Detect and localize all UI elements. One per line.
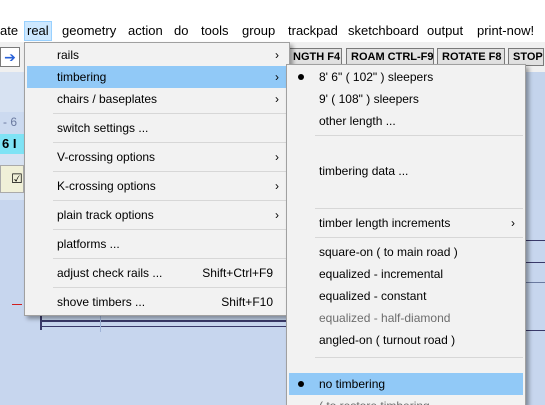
- menu-item-timbering-data[interactable]: timbering data ...: [289, 149, 523, 193]
- menu-item-equalized-incremental[interactable]: equalized - incremental: [289, 263, 523, 285]
- menu-separator: [315, 237, 523, 238]
- menu-item-label: K-crossing options: [57, 179, 156, 193]
- timber-line: [100, 316, 101, 332]
- menu-item-label: platforms ...: [57, 237, 120, 251]
- radio-bullet-icon: [298, 381, 304, 387]
- menu-separator: [53, 171, 287, 172]
- menu-item-k-crossing-options[interactable]: K-crossing options ›: [27, 175, 287, 197]
- menu-item-label: 9' ( 108" ) sleepers: [319, 92, 419, 106]
- menu-group[interactable]: group: [242, 21, 275, 41]
- menu-item-sleepers-108[interactable]: 9' ( 108" ) sleepers: [289, 88, 523, 110]
- menu-item-rails[interactable]: rails ›: [27, 44, 287, 66]
- menu-item-label: V-crossing options: [57, 150, 156, 164]
- menu-item-label: square-on ( to main road ): [319, 245, 458, 259]
- menu-trackpad[interactable]: trackpad: [288, 21, 338, 41]
- menu-geometry[interactable]: geometry: [62, 21, 116, 41]
- menu-separator: [315, 208, 523, 209]
- menu-item-equalized-constant[interactable]: equalized - constant: [289, 285, 523, 307]
- menu-item-label: angled-on ( turnout road ): [319, 333, 456, 347]
- menu-item-angled-on[interactable]: angled-on ( turnout road ): [289, 329, 523, 351]
- menu-item-label: plain track options: [57, 208, 154, 222]
- chevron-right-icon: ›: [275, 150, 279, 164]
- menu-separator: [53, 142, 287, 143]
- left-panel-text: 6 I: [2, 136, 17, 151]
- chevron-right-icon: ›: [275, 92, 279, 106]
- menu-tools[interactable]: tools: [201, 21, 228, 41]
- menu-item-v-crossing-options[interactable]: V-crossing options ›: [27, 146, 287, 168]
- menu-item-adjust-check-rails[interactable]: adjust check rails ... Shift+Ctrl+F9: [27, 262, 287, 284]
- left-panel-row: - 6: [0, 112, 24, 134]
- menu-item-shortcut: Shift+F10: [221, 295, 273, 309]
- checkbox-icon[interactable]: ☑: [11, 171, 23, 187]
- menu-separator: [53, 229, 287, 230]
- menu-item-label: equalized - half-diamond: [319, 311, 451, 325]
- menu-real[interactable]: real: [24, 21, 52, 41]
- chevron-right-icon: ›: [511, 216, 515, 230]
- menu-sketchboard[interactable]: sketchboard: [348, 21, 419, 41]
- menu-item-label: shove timbers ...: [57, 295, 146, 309]
- menu-output[interactable]: output: [427, 21, 463, 41]
- menu-item-label: equalized - incremental: [319, 267, 444, 281]
- menu-item-plain-track-options[interactable]: plain track options ›: [27, 204, 287, 226]
- arrow-icon[interactable]: ➔: [0, 47, 20, 67]
- menu-separator: [315, 135, 523, 136]
- track-marker: [12, 304, 22, 305]
- menu-do[interactable]: do: [174, 21, 188, 41]
- radio-bullet-icon: [298, 74, 304, 80]
- menu-item-label: timbering: [57, 70, 107, 84]
- left-panel-options: ☑: [0, 165, 24, 193]
- menu-item-label: ( to restore timbering: [319, 395, 430, 405]
- real-menu: rails › timbering › chairs / baseplates …: [24, 42, 290, 316]
- menu-item-label: timbering data ...: [319, 164, 409, 178]
- menu-item-timbering[interactable]: timbering ›: [27, 66, 287, 88]
- menu-item-no-timbering[interactable]: no timbering: [289, 373, 523, 395]
- track-rail-right: [525, 240, 545, 241]
- menu-item-label: 8' 6" ( 102" ) sleepers: [319, 70, 434, 84]
- menu-item-other-length[interactable]: other length ...: [289, 110, 523, 132]
- menu-bar: ate real geometry action do tools group …: [0, 0, 545, 42]
- menu-separator: [315, 357, 523, 358]
- menu-item-label: timber length increments: [319, 216, 451, 230]
- menu-item-chairs-baseplates[interactable]: chairs / baseplates ›: [27, 88, 287, 110]
- menu-print-now[interactable]: print-now!: [477, 21, 534, 41]
- menu-item-sleepers-102[interactable]: 8' 6" ( 102" ) sleepers: [289, 66, 523, 88]
- timbering-submenu: 8' 6" ( 102" ) sleepers 9' ( 108" ) slee…: [286, 64, 526, 405]
- menu-item-label: switch settings ...: [57, 121, 149, 135]
- menu-separator: [53, 113, 287, 114]
- menu-item-label: equalized - constant: [319, 289, 427, 303]
- menu-item-label: other length ...: [319, 114, 396, 128]
- track-rail: [40, 320, 290, 322]
- menu-separator: [53, 200, 287, 201]
- menu-separator: [53, 287, 287, 288]
- menu-item-label: adjust check rails ...: [57, 266, 163, 280]
- menu-item-restore-timbering[interactable]: ( to restore timbering: [289, 395, 523, 405]
- menu-item-platforms[interactable]: platforms ...: [27, 233, 287, 255]
- menu-separator: [53, 258, 287, 259]
- left-panel-row-cyan: 6 I: [0, 134, 24, 154]
- menu-item-label: no timbering: [319, 377, 386, 391]
- menu-item-label: chairs / baseplates: [57, 92, 158, 106]
- menu-item-switch-settings[interactable]: switch settings ...: [27, 117, 287, 139]
- track-rail: [40, 326, 290, 327]
- menu-item-square-on[interactable]: square-on ( to main road ): [289, 241, 523, 263]
- chevron-right-icon: ›: [275, 179, 279, 193]
- menu-item-shove-timbers[interactable]: shove timbers ... Shift+F10: [27, 291, 287, 313]
- left-panel-text: - 6: [3, 115, 18, 129]
- chevron-right-icon: ›: [275, 208, 279, 222]
- menu-create[interactable]: ate: [0, 21, 18, 41]
- menu-item-equalized-half-diamond: equalized - half-diamond: [289, 307, 523, 329]
- menu-item-timber-length-increments[interactable]: timber length increments ›: [289, 212, 523, 234]
- menu-item-shortcut: Shift+Ctrl+F9: [202, 266, 273, 280]
- menu-item-label: rails: [57, 48, 80, 62]
- chevron-right-icon: ›: [275, 48, 279, 62]
- menu-action[interactable]: action: [128, 21, 163, 41]
- chevron-right-icon: ›: [275, 70, 279, 84]
